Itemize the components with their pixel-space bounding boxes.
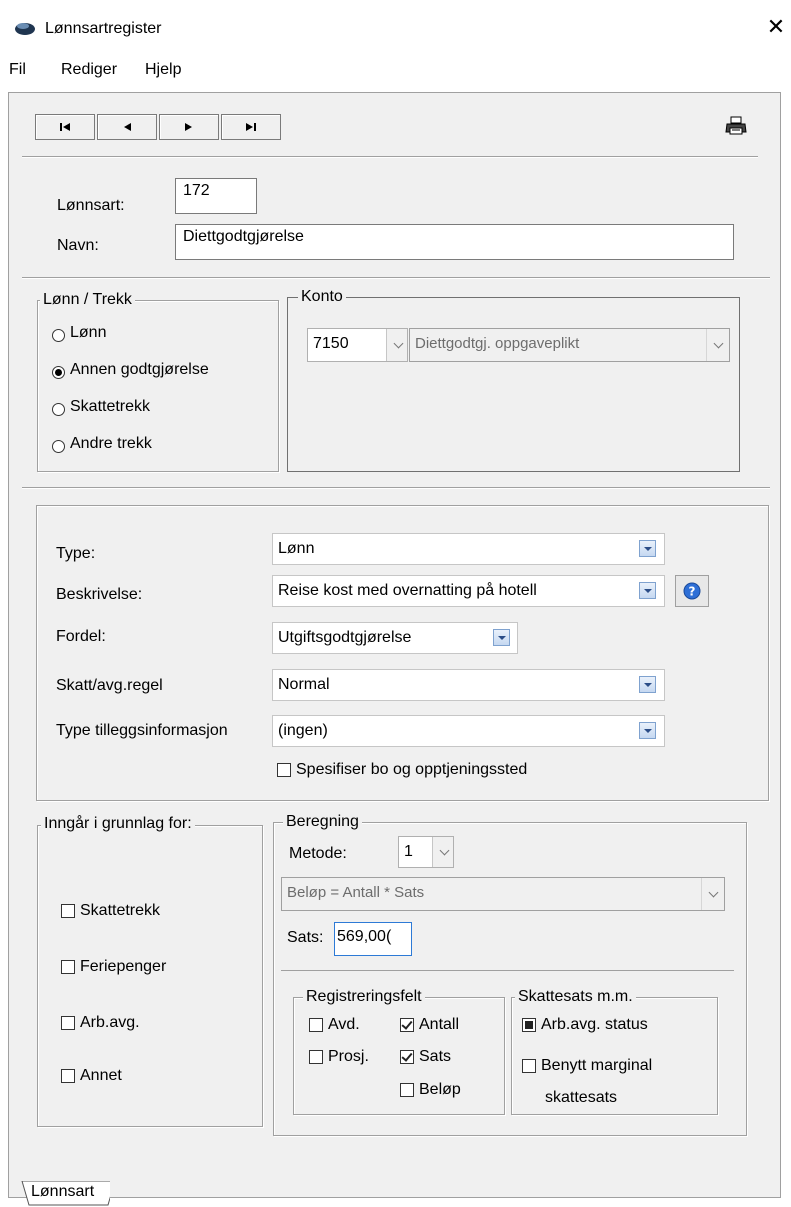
radio-lonn[interactable]: [52, 329, 65, 342]
prev-record-icon: [124, 123, 131, 131]
beskrivelse-label: Beskrivelse:: [56, 586, 143, 603]
grunnlag-annet-checkbox[interactable]: [61, 1069, 75, 1083]
type-select[interactable]: Lønn: [272, 533, 665, 565]
dropdown-arrow-icon[interactable]: [639, 676, 656, 693]
metode-combo[interactable]: 1: [398, 836, 454, 868]
prosj-label: Prosj.: [328, 1048, 369, 1065]
radio-andre-trekk[interactable]: [52, 440, 65, 453]
radio-lonn-label: Lønn: [70, 324, 107, 341]
last-record-button[interactable]: [221, 114, 281, 140]
arbavg-status-label: Arb.avg. status: [541, 1016, 648, 1033]
registreringsfelt-title: Registreringsfelt: [303, 988, 425, 1006]
avd-checkbox[interactable]: [309, 1018, 323, 1032]
lonn-trekk-title: Lønn / Trekk: [40, 291, 135, 309]
spesifiser-label: Spesifiser bo og opptjeningssted: [296, 761, 528, 778]
prosj-checkbox[interactable]: [309, 1050, 323, 1064]
radio-andre-label: Andre trekk: [70, 435, 152, 452]
sats-reg-label: Sats: [419, 1048, 452, 1065]
lonnsart-label: Lønnsart:: [57, 197, 125, 214]
first-record-button[interactable]: [35, 114, 95, 140]
fordel-value: Utgiftsgodtgjørelse: [278, 629, 412, 646]
lonnsart-field[interactable]: 172: [175, 178, 257, 214]
chevron-down-icon[interactable]: [432, 837, 453, 867]
first-record-icon: [60, 123, 70, 131]
radio-skattetrekk-label: Skattetrekk: [70, 398, 151, 415]
konto-description: Diettgodtgj. oppgaveplikt: [415, 335, 580, 352]
help-button[interactable]: ?: [675, 575, 709, 607]
antall-checkbox[interactable]: [400, 1018, 414, 1032]
fordel-select[interactable]: Utgiftsgodtgjørelse: [272, 622, 518, 654]
grunnlag-skattetrekk-label: Skattetrekk: [80, 902, 161, 919]
belop-label: Beløp: [419, 1081, 461, 1098]
radio-skattetrekk[interactable]: [52, 403, 65, 416]
printer-icon[interactable]: [725, 116, 747, 136]
app-icon: [15, 23, 35, 35]
marginal-checkbox[interactable]: [522, 1059, 536, 1073]
tab-lonnsart[interactable]: Lønnsart: [31, 1183, 94, 1201]
grunnlag-feriepenger-checkbox[interactable]: [61, 960, 75, 974]
beskrivelse-value: Reise kost med overnatting på hotell: [278, 582, 537, 599]
type-value: Lønn: [278, 540, 315, 557]
tillegg-select[interactable]: (ingen): [272, 715, 665, 747]
dropdown-arrow-icon[interactable]: [639, 540, 656, 557]
arbavg-status-checkbox[interactable]: [522, 1018, 536, 1032]
registreringsfelt-group: [293, 997, 505, 1115]
navn-field[interactable]: Diettgodtgjørelse: [175, 224, 734, 260]
radio-annen-label: Annen godtgjørelse: [70, 361, 209, 378]
konto-number-combo[interactable]: 7150: [307, 328, 408, 362]
fordel-label: Fordel:: [56, 628, 106, 645]
skattesats-title: Skattesats m.m.: [515, 988, 636, 1006]
spesifiser-checkbox[interactable]: [277, 763, 291, 777]
konto-number: 7150: [313, 335, 349, 352]
dropdown-arrow-icon[interactable]: [493, 629, 510, 646]
tillegg-value: (ingen): [278, 722, 328, 739]
marginal-label-line1: Benytt marginal: [541, 1057, 653, 1074]
type-label: Type:: [56, 545, 96, 562]
sats-checkbox[interactable]: [400, 1050, 414, 1064]
radio-annen-godtgjorelse[interactable]: [52, 366, 65, 379]
formel-value: Beløp = Antall * Sats: [287, 884, 425, 901]
avd-label: Avd.: [328, 1016, 360, 1033]
skatt-label: Skatt/avg.regel: [56, 677, 163, 694]
tillegg-label: Type tilleggsinformasjon: [56, 722, 228, 739]
close-icon[interactable]: ✕: [764, 14, 788, 40]
prev-record-button[interactable]: [97, 114, 157, 140]
navn-label: Navn:: [57, 237, 99, 254]
skatt-select[interactable]: Normal: [272, 669, 665, 701]
next-record-icon: [185, 123, 192, 131]
skatt-value: Normal: [278, 676, 330, 693]
dropdown-arrow-icon[interactable]: [639, 582, 656, 599]
formel-combo: Beløp = Antall * Sats: [281, 877, 725, 911]
help-icon: ?: [683, 582, 701, 600]
grunnlag-title: Inngår i grunnlag for:: [41, 815, 195, 833]
chevron-down-icon[interactable]: [386, 329, 407, 361]
grunnlag-annet-label: Annet: [80, 1067, 122, 1084]
menu-rediger[interactable]: Rediger: [61, 61, 117, 79]
grunnlag-arbavg-label: Arb.avg.: [80, 1014, 140, 1031]
grunnlag-feriepenger-label: Feriepenger: [80, 958, 167, 975]
konto-description-combo: Diettgodtgj. oppgaveplikt: [409, 328, 730, 362]
chevron-down-icon: [701, 878, 724, 910]
sats-input[interactable]: 569,00(: [334, 922, 412, 956]
antall-label: Antall: [419, 1016, 460, 1033]
svg-text:?: ?: [689, 585, 696, 599]
window-title: Lønnsartregister: [45, 20, 162, 37]
metode-label: Metode:: [289, 845, 347, 862]
chevron-down-icon: [706, 329, 729, 361]
grunnlag-skattetrekk-checkbox[interactable]: [61, 904, 75, 918]
next-record-button[interactable]: [159, 114, 219, 140]
beregning-title: Beregning: [283, 813, 362, 831]
menu-hjelp[interactable]: Hjelp: [145, 61, 181, 79]
dropdown-arrow-icon[interactable]: [639, 722, 656, 739]
metode-value: 1: [404, 843, 413, 860]
sats-label: Sats:: [287, 929, 324, 946]
konto-group: [287, 297, 740, 472]
grunnlag-arbavg-checkbox[interactable]: [61, 1016, 75, 1030]
marginal-label-line2: skattesats: [545, 1089, 618, 1106]
belop-checkbox[interactable]: [400, 1083, 414, 1097]
last-record-icon: [246, 123, 256, 131]
konto-title: Konto: [298, 288, 346, 306]
menu-fil[interactable]: Fil: [9, 61, 26, 79]
beskrivelse-select[interactable]: Reise kost med overnatting på hotell: [272, 575, 665, 607]
